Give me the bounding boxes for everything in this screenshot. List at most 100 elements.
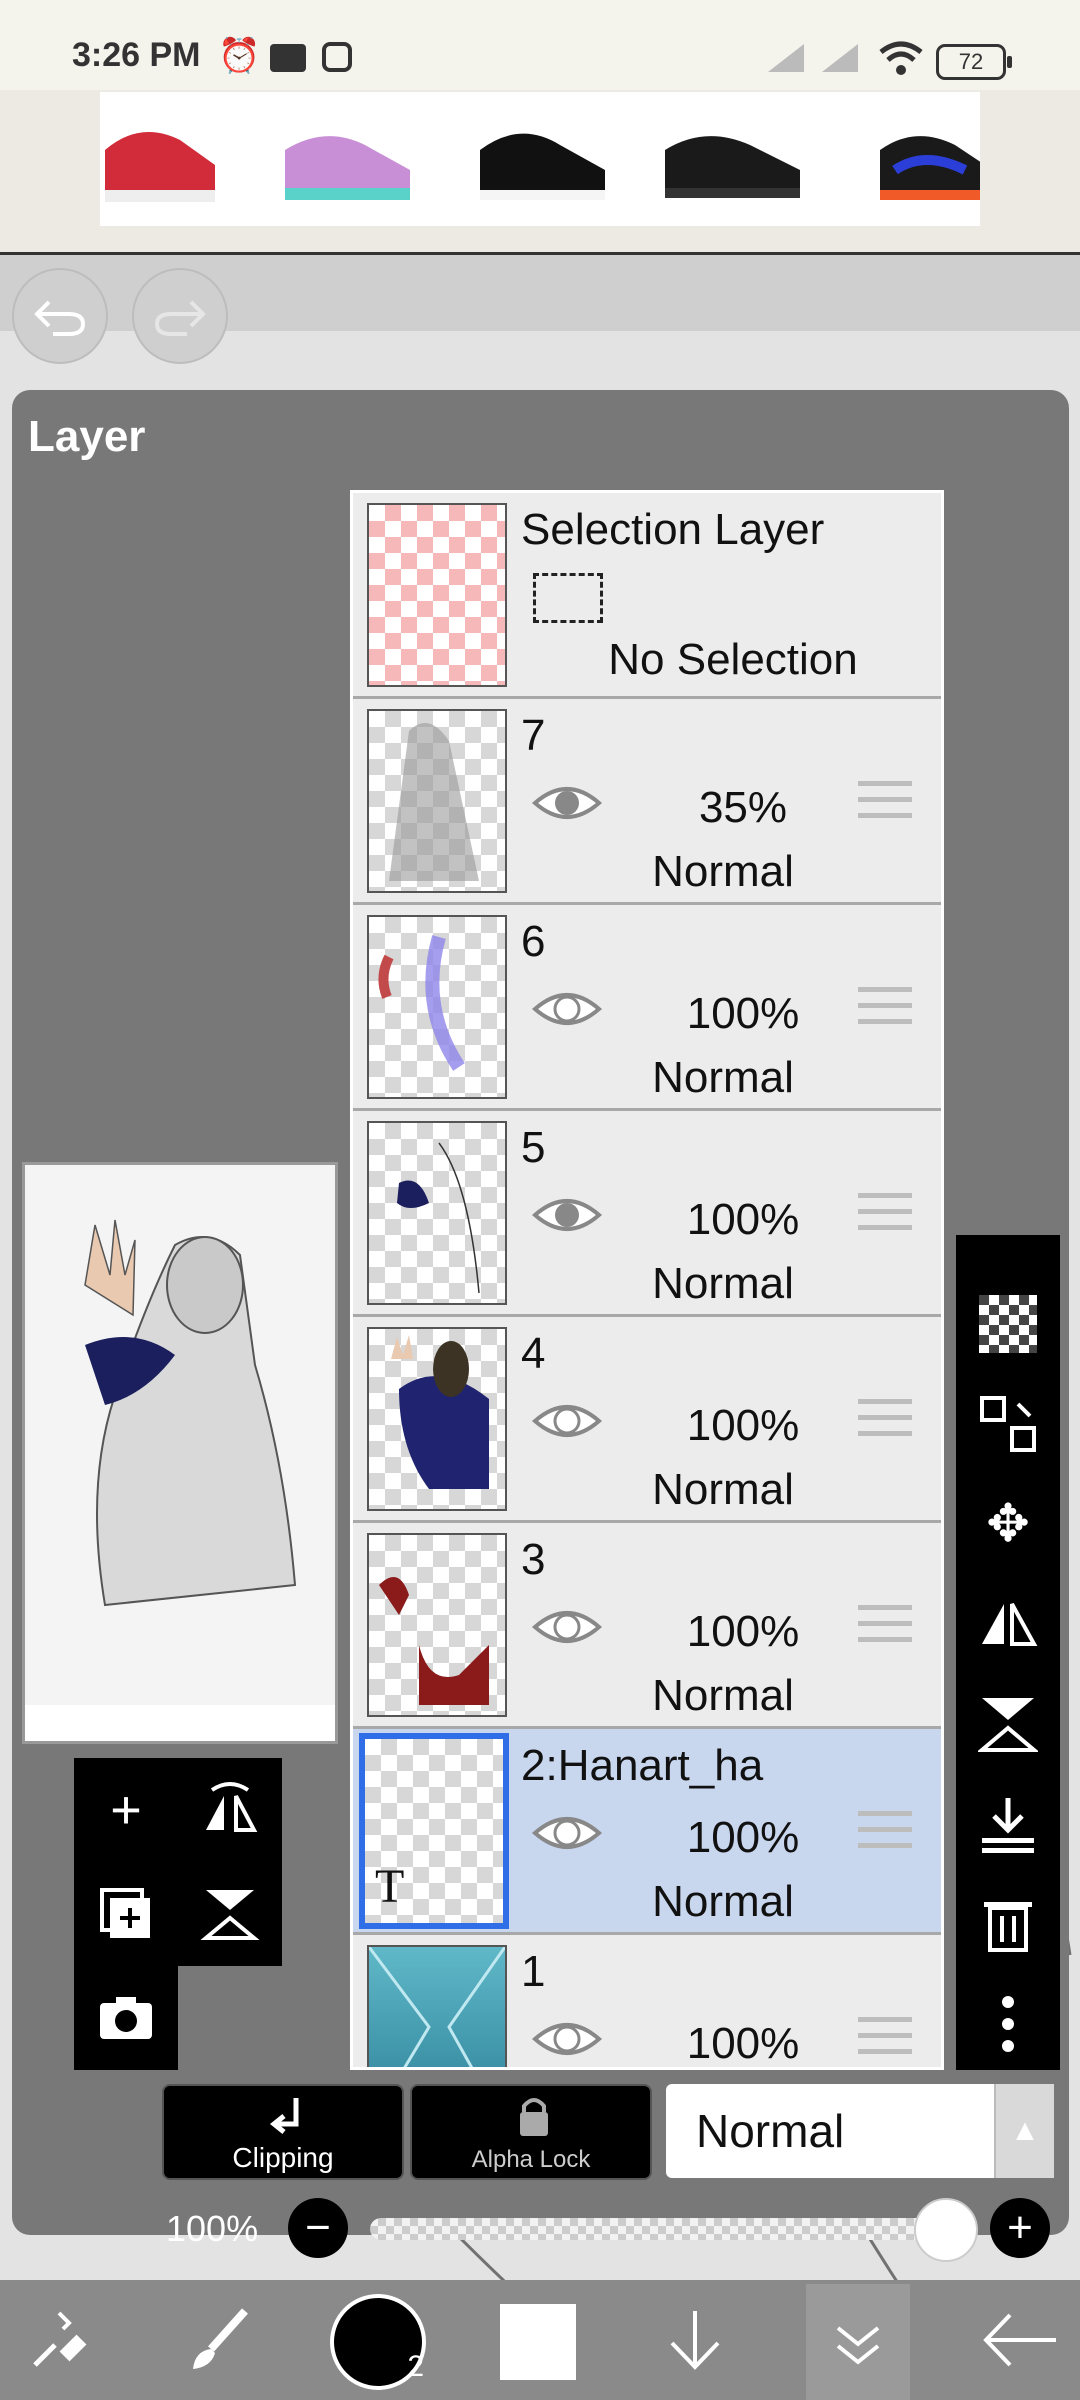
- flip-horizontal-icon[interactable]: [956, 1579, 1060, 1669]
- clipping-label: Clipping: [232, 2142, 334, 2173]
- layer-opacity: 100%: [686, 989, 800, 1038]
- canvas-preview[interactable]: [22, 1162, 338, 1744]
- layer-row[interactable]: 6 100% Normal: [353, 905, 941, 1111]
- blend-mode-value: Normal: [696, 2105, 845, 2157]
- layer-blend-mode: Normal: [652, 1053, 794, 1102]
- layer-opacity: 100%: [686, 1813, 800, 1862]
- layer-thumbnail: [367, 915, 507, 1099]
- undo-icon: [34, 300, 86, 336]
- visibility-eye-icon[interactable]: [531, 1395, 603, 1447]
- layer-name: 6: [521, 917, 546, 966]
- delete-icon[interactable]: [956, 1879, 1060, 1969]
- layer-thumbnail: [367, 1327, 507, 1511]
- layer-thumbnail: [367, 1533, 507, 1717]
- redo-button[interactable]: [132, 268, 228, 364]
- battery-indicator: 72: [936, 44, 1012, 80]
- shoe-image: [665, 136, 800, 198]
- flip-vertical-icon[interactable]: [956, 1679, 1060, 1769]
- more-icon[interactable]: [956, 1979, 1060, 2069]
- opacity-increase-button[interactable]: +: [990, 2198, 1050, 2258]
- drag-handle-icon[interactable]: [858, 1193, 912, 1237]
- message-icon: [270, 44, 306, 72]
- color-square-icon[interactable]: [500, 2304, 576, 2380]
- layer-tools-toolbar: ✥: [956, 1235, 1060, 2070]
- blend-mode-select[interactable]: Normal ▲: [666, 2084, 1054, 2178]
- flip-icon[interactable]: [178, 1758, 282, 1862]
- preview-image: [25, 1165, 335, 1741]
- checkerboard-icon[interactable]: [956, 1279, 1060, 1369]
- alarm-icon: ⏰: [218, 37, 261, 75]
- text-layer-icon: T: [375, 1860, 405, 1913]
- layer-name: 1: [521, 1947, 546, 1996]
- drag-handle-icon[interactable]: [858, 1811, 912, 1855]
- layer-opacity: 100%: [686, 2019, 800, 2068]
- drag-handle-icon[interactable]: [858, 987, 912, 1031]
- opacity-slider-knob[interactable]: [914, 2198, 978, 2262]
- layer-row[interactable]: 4 100% Normal: [353, 1317, 941, 1523]
- back-arrow-icon[interactable]: [970, 2290, 1070, 2390]
- layer-thumbnail: [367, 709, 507, 893]
- layer-opacity: 100%: [686, 1195, 800, 1244]
- visibility-eye-icon[interactable]: [531, 777, 603, 829]
- add-copy-icon[interactable]: [74, 1862, 178, 1966]
- transform-tool-icon[interactable]: [10, 2290, 110, 2390]
- visibility-eye-icon[interactable]: [531, 1189, 603, 1241]
- brush-icon[interactable]: [170, 2290, 270, 2390]
- camera-icon[interactable]: [74, 1966, 178, 2070]
- drag-handle-icon[interactable]: [858, 781, 912, 825]
- clipping-icon: [269, 2098, 299, 2134]
- collapse-button[interactable]: [806, 2284, 910, 2400]
- panel-title: Layer: [28, 412, 146, 461]
- visibility-eye-icon[interactable]: [531, 2013, 603, 2065]
- move-icon[interactable]: ✥: [956, 1479, 1060, 1569]
- visibility-eye-icon[interactable]: [531, 983, 603, 1035]
- transform-layer-icon[interactable]: [956, 1379, 1060, 1469]
- wifi-icon: [879, 41, 923, 75]
- layer-row-selected[interactable]: T 2:Hanart_ha 100% Normal: [353, 1729, 941, 1935]
- merge-down-icon[interactable]: [956, 1779, 1060, 1869]
- visibility-eye-icon[interactable]: [531, 1807, 603, 1859]
- layer-opacity: 100%: [686, 1607, 800, 1656]
- drag-handle-icon[interactable]: [858, 1605, 912, 1649]
- chevron-up-icon[interactable]: ▲: [994, 2084, 1054, 2178]
- signal-icon: [768, 44, 804, 72]
- opacity-value: 100%: [166, 2208, 259, 2249]
- layer-blend-mode: Normal: [652, 847, 794, 896]
- drag-handle-icon[interactable]: [858, 1399, 912, 1443]
- shoe-image: [285, 136, 410, 200]
- undo-button[interactable]: [12, 268, 108, 364]
- ad-banner[interactable]: [100, 92, 980, 226]
- layer-name: 4: [521, 1329, 546, 1378]
- layer-row[interactable]: 3 100% Normal: [353, 1523, 941, 1729]
- color-circle-icon[interactable]: 2: [330, 2294, 426, 2390]
- lock-icon: [520, 2098, 548, 2136]
- opacity-slider-track[interactable]: [370, 2218, 940, 2240]
- layer-row[interactable]: 1 100%: [353, 1935, 941, 2068]
- layer-blend-mode: Normal: [652, 1259, 794, 1308]
- selection-layer-thumbnail: [367, 503, 507, 687]
- layer-blend-mode: Normal: [652, 1465, 794, 1514]
- collapse-icon: [836, 2326, 880, 2365]
- layer-blend-mode: Normal: [652, 1877, 794, 1926]
- clipping-button[interactable]: Clipping: [162, 2084, 404, 2180]
- visibility-eye-icon[interactable]: [531, 1601, 603, 1653]
- layer-name: 2:Hanart_ha: [521, 1741, 764, 1790]
- opacity-decrease-button[interactable]: −: [288, 2198, 348, 2258]
- layer-list: Selection Layer No Selection 7 35% Norma…: [350, 490, 944, 2070]
- status-time: 3:26 PM: [72, 36, 201, 74]
- layer-name: 7: [521, 711, 546, 760]
- instagram-icon: [322, 42, 352, 72]
- selection-layer-row[interactable]: Selection Layer No Selection: [353, 493, 941, 699]
- shoe-image: [480, 133, 605, 200]
- redo-icon: [154, 300, 206, 336]
- down-arrow-icon[interactable]: [645, 2290, 745, 2390]
- shoe-image: [105, 132, 215, 202]
- flip-rotate-icon[interactable]: [178, 1862, 282, 1966]
- layer-opacity: 100%: [686, 1401, 800, 1450]
- layer-row[interactable]: 5 100% Normal: [353, 1111, 941, 1317]
- layer-name: Selection Layer: [521, 505, 825, 554]
- alpha-lock-button[interactable]: Alpha Lock: [410, 2084, 652, 2180]
- layer-row[interactable]: 7 35% Normal: [353, 699, 941, 905]
- add-layer-icon[interactable]: +: [74, 1758, 178, 1862]
- drag-handle-icon[interactable]: [858, 2017, 912, 2061]
